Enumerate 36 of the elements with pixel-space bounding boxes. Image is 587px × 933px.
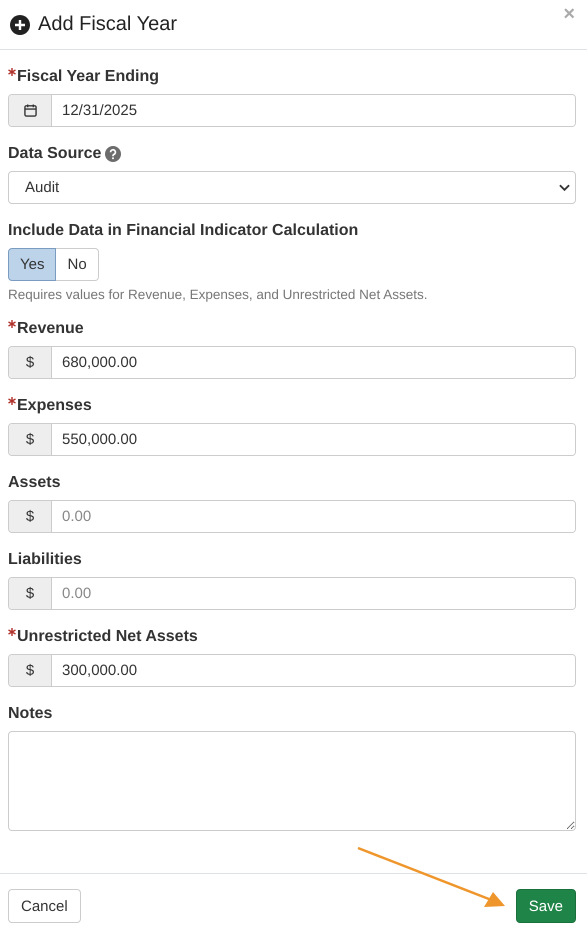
field-label: Unrestricted Net Assets <box>17 628 198 646</box>
toggle-option[interactable]: Yes <box>8 248 56 281</box>
currency-field[interactable]: $ 550,000.00 <box>8 423 576 456</box>
field-label: Data Source <box>8 145 102 163</box>
dialog-title: Add Fiscal Year <box>38 13 177 36</box>
field-label: Notes <box>8 705 52 723</box>
select-field[interactable]: Audit <box>8 171 576 204</box>
currency-prefix: $ <box>9 424 52 455</box>
field-label: Liabilities <box>8 551 82 569</box>
required-icon <box>8 320 16 328</box>
required-icon <box>8 397 16 405</box>
toggle-option[interactable]: No <box>56 248 99 281</box>
field-label: Expenses <box>17 397 92 415</box>
currency-field[interactable]: $ 0.00 <box>8 577 576 610</box>
notes-field[interactable] <box>8 731 576 831</box>
currency-field[interactable]: $ 300,000.00 <box>8 654 576 687</box>
chevron-down-icon <box>559 184 570 192</box>
currency-field[interactable]: $ 0.00 <box>8 500 576 533</box>
currency-prefix: $ <box>9 347 52 378</box>
save-button[interactable]: Save <box>516 889 576 923</box>
field-label: Include Data in Financial Indicator Calculation <box>8 222 358 240</box>
currency-prefix: $ <box>9 501 52 532</box>
cancel-button[interactable]: Cancel <box>8 889 81 923</box>
date-field[interactable]: 12/31/2025 <box>8 94 576 127</box>
help-icon[interactable] <box>105 146 122 162</box>
hint-text: Requires values for Revenue, Expenses, and Unrestricted Net Assets. <box>8 287 428 302</box>
field-label: Revenue <box>17 320 84 338</box>
calendar-icon <box>24 104 36 117</box>
required-icon <box>8 68 16 76</box>
currency-prefix: $ <box>9 655 52 686</box>
add-icon <box>10 14 30 34</box>
currency-field[interactable]: $ 680,000.00 <box>8 346 576 379</box>
required-icon <box>8 628 16 636</box>
currency-prefix: $ <box>9 578 52 609</box>
field-label: Assets <box>8 474 60 492</box>
field-label: Fiscal Year Ending <box>17 68 159 86</box>
